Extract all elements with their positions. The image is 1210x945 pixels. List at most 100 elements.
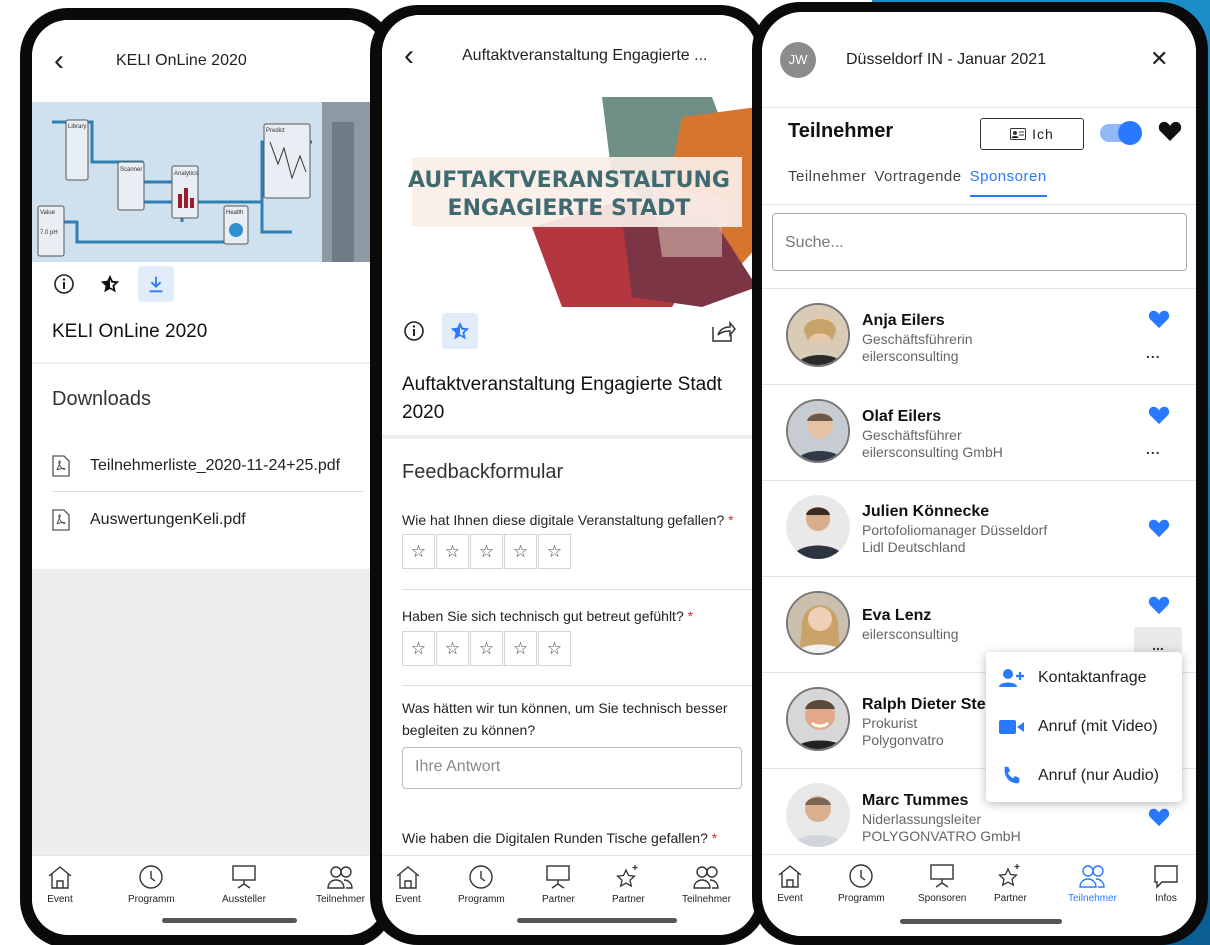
chat-bubble-icon	[1154, 865, 1178, 889]
person-position: Prokurist	[862, 715, 918, 731]
sparkle-star-icon	[616, 865, 638, 888]
rating-2: ☆ ☆ ☆ ☆ ☆	[402, 631, 572, 666]
download-item[interactable]: Teilnehmerliste_2020-11-24+25.pdf	[52, 440, 364, 492]
event-banner: AUFTAKTVERANSTALTUNG ENGAGIERTE STADT	[382, 97, 757, 307]
tab-partner[interactable]: Partner	[994, 863, 1027, 904]
star-icon[interactable]	[92, 266, 128, 302]
app-header: JW Düsseldorf IN - Januar 2021 ✕	[762, 12, 1196, 108]
heart-filter-icon[interactable]	[1158, 120, 1182, 147]
event-title: KELI OnLine 2020	[52, 321, 208, 342]
tab-aussteller[interactable]: Aussteller	[222, 864, 266, 905]
heart-icon[interactable]	[1148, 595, 1170, 620]
downloads-title: Downloads	[52, 388, 151, 410]
tab-infos[interactable]: Infos	[1152, 863, 1180, 904]
event-info-block: Auftaktveranstaltung Engagierte Stadt 20…	[382, 307, 757, 435]
rating-star[interactable]: ☆	[504, 631, 537, 666]
list-item[interactable]: Julien Könnecke Portofoliomanager Düssel…	[762, 481, 1196, 577]
rating-star[interactable]: ☆	[504, 534, 537, 569]
favorites-toggle[interactable]	[1100, 121, 1142, 145]
person-company: Lidl Deutschland	[862, 539, 966, 555]
feedback-form: Feedbackformular Wie hat Ihnen diese dig…	[382, 439, 757, 859]
tab-event[interactable]: Event	[776, 863, 804, 904]
person-name: Eva Lenz	[862, 607, 932, 624]
heart-icon[interactable]	[1148, 518, 1170, 543]
ich-button[interactable]: Ich	[980, 118, 1084, 150]
form-title: Feedbackformular	[402, 461, 564, 483]
tab-partner-2[interactable]: Partner	[612, 864, 645, 905]
back-icon[interactable]: ‹	[54, 46, 84, 76]
tab-event[interactable]: Event	[394, 864, 422, 905]
more-icon[interactable]: ...	[1146, 441, 1161, 457]
tab-programm[interactable]: Programm	[838, 863, 885, 904]
menu-item-video-call[interactable]: Anruf (mit Video)	[986, 703, 1182, 751]
pdf-icon	[52, 454, 76, 477]
tab-sponsoren[interactable]: Sponsoren	[918, 863, 966, 904]
person-name: Anja Eilers	[862, 312, 945, 329]
header-title: Auftaktveranstaltung Engagierte ...	[462, 47, 708, 64]
menu-item-kontaktanfrage[interactable]: Kontaktanfrage	[986, 654, 1182, 702]
filter-tabs: Teilnehmer Vortragende Sponsoren	[788, 168, 1055, 197]
tab-programm[interactable]: Programm	[128, 864, 175, 905]
tab-event[interactable]: Event	[46, 864, 74, 905]
banner-line2: ENGAGIERTE STADT	[448, 196, 691, 221]
home-icon	[396, 866, 420, 889]
tab-teilnehmer[interactable]: Teilnehmer	[316, 864, 365, 905]
user-avatar[interactable]: JW	[780, 41, 816, 78]
people-icon	[1079, 865, 1106, 888]
heart-icon[interactable]	[1148, 807, 1170, 832]
clock-icon	[849, 864, 874, 888]
list-item[interactable]: Anja Eilers Geschäftsführerin eilerscons…	[762, 289, 1196, 385]
person-name: Olaf Eilers	[862, 408, 942, 425]
banner-label-predict: Predict	[266, 128, 285, 134]
person-company: Polygonvatro	[862, 732, 944, 748]
heart-icon[interactable]	[1148, 309, 1170, 334]
tab-teilnehmer[interactable]: Teilnehmer	[1068, 863, 1117, 904]
pdf-icon	[52, 509, 76, 531]
share-icon[interactable]	[710, 319, 736, 348]
download-icon[interactable]	[138, 266, 174, 302]
tab-teilnehmer[interactable]: Teilnehmer	[788, 168, 866, 197]
rating-star[interactable]: ☆	[402, 631, 435, 666]
tab-vortragende[interactable]: Vortragende	[874, 168, 961, 197]
rating-star[interactable]: ☆	[538, 534, 571, 569]
back-icon[interactable]: ‹	[404, 41, 434, 71]
rating-star[interactable]: ☆	[436, 534, 469, 569]
info-icon[interactable]	[46, 266, 82, 302]
rating-star[interactable]: ☆	[470, 631, 503, 666]
sparkle-star-icon	[998, 864, 1020, 887]
tab-partner[interactable]: Partner	[542, 864, 575, 905]
clock-icon	[139, 865, 164, 889]
rating-star[interactable]: ☆	[470, 534, 503, 569]
list-item[interactable]: Olaf Eilers Geschäftsführer eilersconsul…	[762, 385, 1196, 481]
home-icon	[778, 865, 802, 888]
star-icon[interactable]	[442, 313, 478, 349]
search-input[interactable]: Suche...	[772, 213, 1187, 271]
tab-teilnehmer[interactable]: Teilnehmer	[682, 864, 731, 905]
rating-star[interactable]: ☆	[538, 631, 571, 666]
menu-item-audio-call[interactable]: Anruf (nur Audio)	[986, 752, 1182, 800]
heart-icon[interactable]	[1148, 405, 1170, 430]
header-title: KELI OnLine 2020	[116, 52, 247, 69]
event-title: Auftaktveranstaltung Engagierte Stadt 20…	[402, 374, 723, 423]
clock-icon	[469, 865, 494, 889]
contact-menu: Kontaktanfrage Anruf (mit Video) Anruf (…	[986, 652, 1182, 802]
question-4: Wie haben die Digitalen Runden Tische ge…	[402, 830, 718, 846]
avatar	[786, 687, 850, 751]
avatar	[786, 783, 850, 847]
person-company: eilersconsulting	[862, 348, 959, 364]
rating-star[interactable]: ☆	[402, 534, 435, 569]
answer-input[interactable]: Ihre Antwort	[402, 747, 742, 789]
rating-1: ☆ ☆ ☆ ☆ ☆	[402, 534, 572, 569]
home-indicator	[900, 919, 1062, 924]
question-1: Wie hat Ihnen diese digitale Veranstaltu…	[402, 512, 734, 528]
tab-programm[interactable]: Programm	[458, 864, 505, 905]
rating-star[interactable]: ☆	[436, 631, 469, 666]
info-icon[interactable]	[396, 313, 432, 349]
person-position: Portofoliomanager Düsseldorf	[862, 522, 1048, 538]
person-name: Marc Tummes	[862, 792, 969, 809]
close-icon[interactable]: ✕	[1150, 46, 1168, 72]
more-icon[interactable]: ...	[1146, 345, 1161, 361]
download-item[interactable]: AuswertungenKeli.pdf	[52, 494, 364, 546]
tab-sponsoren[interactable]: Sponsoren	[969, 168, 1047, 197]
banner-label-scanner: Scanner	[120, 167, 142, 173]
